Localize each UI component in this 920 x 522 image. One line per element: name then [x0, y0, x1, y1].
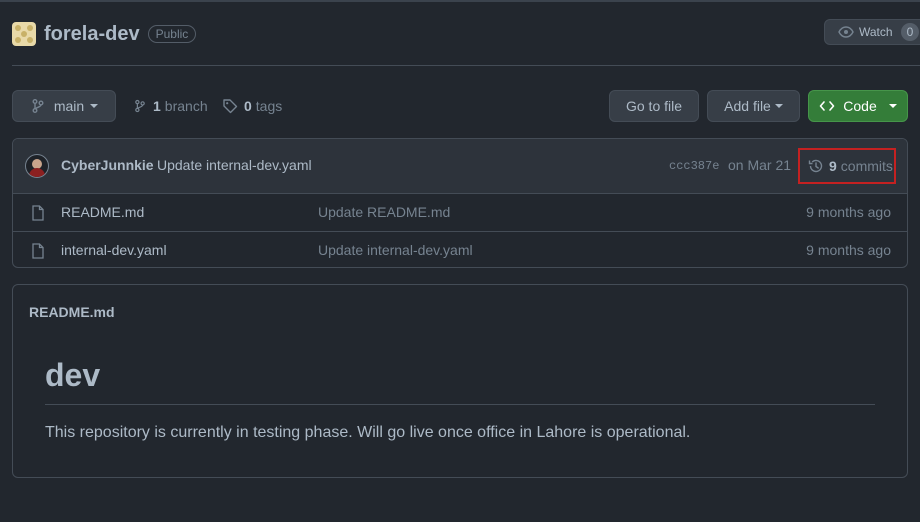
code-label: Code	[843, 98, 877, 114]
commits-history-link[interactable]: 9 commits	[798, 148, 896, 184]
file-name[interactable]: README.md	[61, 204, 144, 220]
commit-message[interactable]: Update internal-dev.yaml	[157, 157, 312, 173]
chevron-down-icon	[774, 104, 783, 108]
file-row[interactable]: internal-dev.yaml Update internal-dev.ya…	[13, 232, 907, 267]
watch-count: 0	[900, 23, 920, 41]
branch-count: 1	[153, 98, 161, 114]
commit-label: commits	[840, 158, 893, 174]
chevron-down-icon	[888, 104, 897, 108]
readme-title[interactable]: README.md	[29, 304, 115, 320]
header-divider	[12, 65, 920, 66]
commit-sha[interactable]: ccc387e	[669, 159, 719, 173]
file-name[interactable]: internal-dev.yaml	[61, 242, 167, 258]
watch-button[interactable]: Watch 0	[824, 19, 920, 45]
eye-icon	[838, 26, 854, 38]
branch-icon	[135, 99, 145, 113]
readme-heading-rule	[45, 404, 875, 405]
file-icon	[32, 243, 44, 259]
file-age: 9 months ago	[806, 204, 891, 220]
latest-commit-row: CyberJunnkie Update internal-dev.yaml cc…	[13, 139, 907, 194]
file-icon	[32, 205, 44, 221]
tag-count: 0	[244, 98, 252, 114]
branch-name: main	[53, 98, 85, 114]
repo-header: forela-dev Public	[12, 20, 197, 48]
history-icon	[808, 159, 823, 173]
file-commit-message[interactable]: Update internal-dev.yaml	[318, 242, 473, 258]
watch-label: Watch	[859, 25, 893, 39]
tag-icon	[223, 99, 238, 114]
repo-name[interactable]: forela-dev	[44, 23, 140, 46]
file-row[interactable]: README.md Update README.md 9 months ago	[13, 194, 907, 232]
readme-heading: dev	[45, 357, 101, 393]
readme-body: This repository is currently in testing …	[45, 424, 691, 441]
repo-logo-icon[interactable]	[12, 22, 36, 46]
file-age: 9 months ago	[806, 242, 891, 258]
commit-date: on Mar 21	[728, 157, 792, 173]
commit-count: 9	[829, 158, 837, 174]
code-button[interactable]: Code	[808, 90, 908, 122]
branches-link[interactable]: 1 branch	[133, 98, 208, 114]
code-icon	[819, 101, 835, 111]
branch-label: branch	[164, 98, 208, 114]
visibility-badge: Public	[147, 25, 197, 43]
add-file-button[interactable]: Add file	[707, 90, 800, 122]
branch-select-button[interactable]: main	[12, 90, 116, 122]
readme-panel: README.md dev This repository is current…	[12, 284, 908, 478]
branch-icon	[32, 99, 44, 113]
chevron-down-icon	[90, 104, 99, 108]
tag-label: tags	[255, 98, 283, 114]
commit-author[interactable]: CyberJunnkie	[61, 157, 154, 173]
go-to-file-label: Go to file	[625, 98, 683, 114]
top-border	[0, 0, 920, 2]
file-commit-message[interactable]: Update README.md	[318, 204, 450, 220]
tags-link[interactable]: 0 tags	[222, 98, 282, 114]
author-avatar[interactable]	[25, 154, 49, 178]
file-browser: CyberJunnkie Update internal-dev.yaml cc…	[12, 138, 908, 268]
add-file-label: Add file	[724, 98, 771, 114]
go-to-file-button[interactable]: Go to file	[609, 90, 699, 122]
